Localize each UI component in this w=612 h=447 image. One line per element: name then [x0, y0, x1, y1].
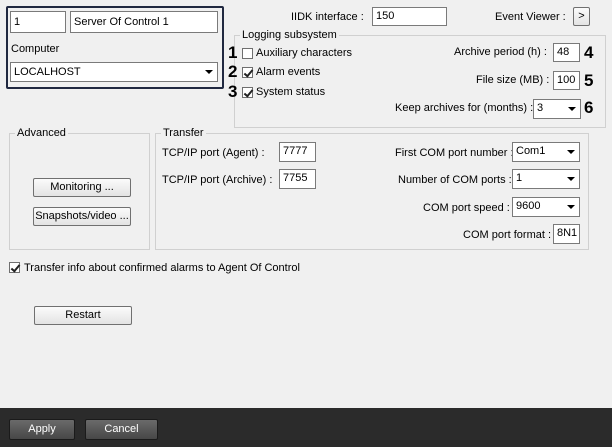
computer-value: LOCALHOST	[14, 66, 81, 78]
first-com-value: Com1	[516, 145, 546, 157]
marker-4: 4	[584, 43, 594, 62]
archive-port-label: TCP/IP port (Archive) :	[162, 174, 273, 186]
num-com-value: 1	[516, 172, 523, 184]
com-format-field[interactable]: 8N1	[553, 224, 580, 244]
agent-port-field[interactable]: 7777	[279, 142, 316, 162]
chevron-down-icon	[205, 70, 213, 74]
keep-archives-select[interactable]: 3	[533, 99, 581, 119]
snapshots-video-button[interactable]: Snapshots/video ...	[33, 207, 131, 226]
marker-6: 6	[584, 98, 594, 117]
apply-button[interactable]: Apply	[9, 419, 75, 440]
archive-period-label: Archive period (h) :	[454, 46, 547, 58]
num-com-label: Number of COM ports :	[398, 174, 512, 186]
object-name-field[interactable]: Server Of Control 1	[70, 11, 218, 33]
cancel-button[interactable]: Cancel	[85, 419, 158, 440]
auxiliary-characters-checkbox[interactable]	[242, 48, 253, 59]
first-com-select[interactable]: Com1	[512, 142, 580, 162]
iidk-field[interactable]: 150	[372, 7, 447, 26]
iidk-label: IIDK interface :	[291, 11, 364, 23]
system-status-label: System status	[256, 86, 326, 98]
chevron-down-icon	[568, 107, 576, 111]
event-viewer-button[interactable]: >	[573, 7, 590, 26]
monitoring-button[interactable]: Monitoring ...	[33, 178, 131, 197]
archive-port-field[interactable]: 7755	[279, 169, 316, 189]
transfer-info-checkbox[interactable]	[9, 262, 20, 273]
system-status-checkbox[interactable]	[242, 87, 253, 98]
restart-button[interactable]: Restart	[34, 306, 132, 325]
advanced-title: Advanced	[15, 127, 68, 140]
file-size-label: File size (MB) :	[476, 74, 550, 86]
alarm-events-label: Alarm events	[256, 66, 321, 78]
keep-archives-label: Keep archives for (months) :	[395, 102, 534, 114]
com-speed-select[interactable]: 9600	[512, 197, 580, 217]
event-viewer-label: Event Viewer :	[495, 11, 566, 23]
auxiliary-characters-label: Auxiliary characters	[256, 47, 352, 59]
agent-port-label: TCP/IP port (Agent) :	[162, 147, 265, 159]
logging-title: Logging subsystem	[240, 29, 339, 42]
first-com-label: First COM port number :	[395, 147, 514, 159]
computer-label: Computer	[11, 43, 60, 55]
com-format-label: COM port format :	[463, 229, 552, 241]
marker-5: 5	[584, 71, 594, 90]
marker-1: 1	[228, 43, 238, 62]
marker-2: 2	[228, 62, 238, 81]
transfer-info-label: Transfer info about confirmed alarms to …	[24, 262, 300, 274]
transfer-title: Transfer	[161, 127, 206, 140]
keep-archives-value: 3	[537, 102, 544, 114]
chevron-down-icon	[567, 205, 575, 209]
chevron-down-icon	[567, 177, 575, 181]
marker-3: 3	[228, 82, 238, 101]
computer-select[interactable]: LOCALHOST	[10, 62, 218, 82]
alarm-events-checkbox[interactable]	[242, 67, 253, 78]
num-com-select[interactable]: 1	[512, 169, 580, 189]
archive-period-field[interactable]: 48	[553, 43, 580, 62]
object-id-field[interactable]: 1	[10, 11, 66, 33]
com-speed-label: COM port speed :	[423, 202, 510, 214]
file-size-field[interactable]: 100	[553, 71, 580, 90]
chevron-down-icon	[567, 150, 575, 154]
com-speed-value: 9600	[516, 200, 541, 212]
